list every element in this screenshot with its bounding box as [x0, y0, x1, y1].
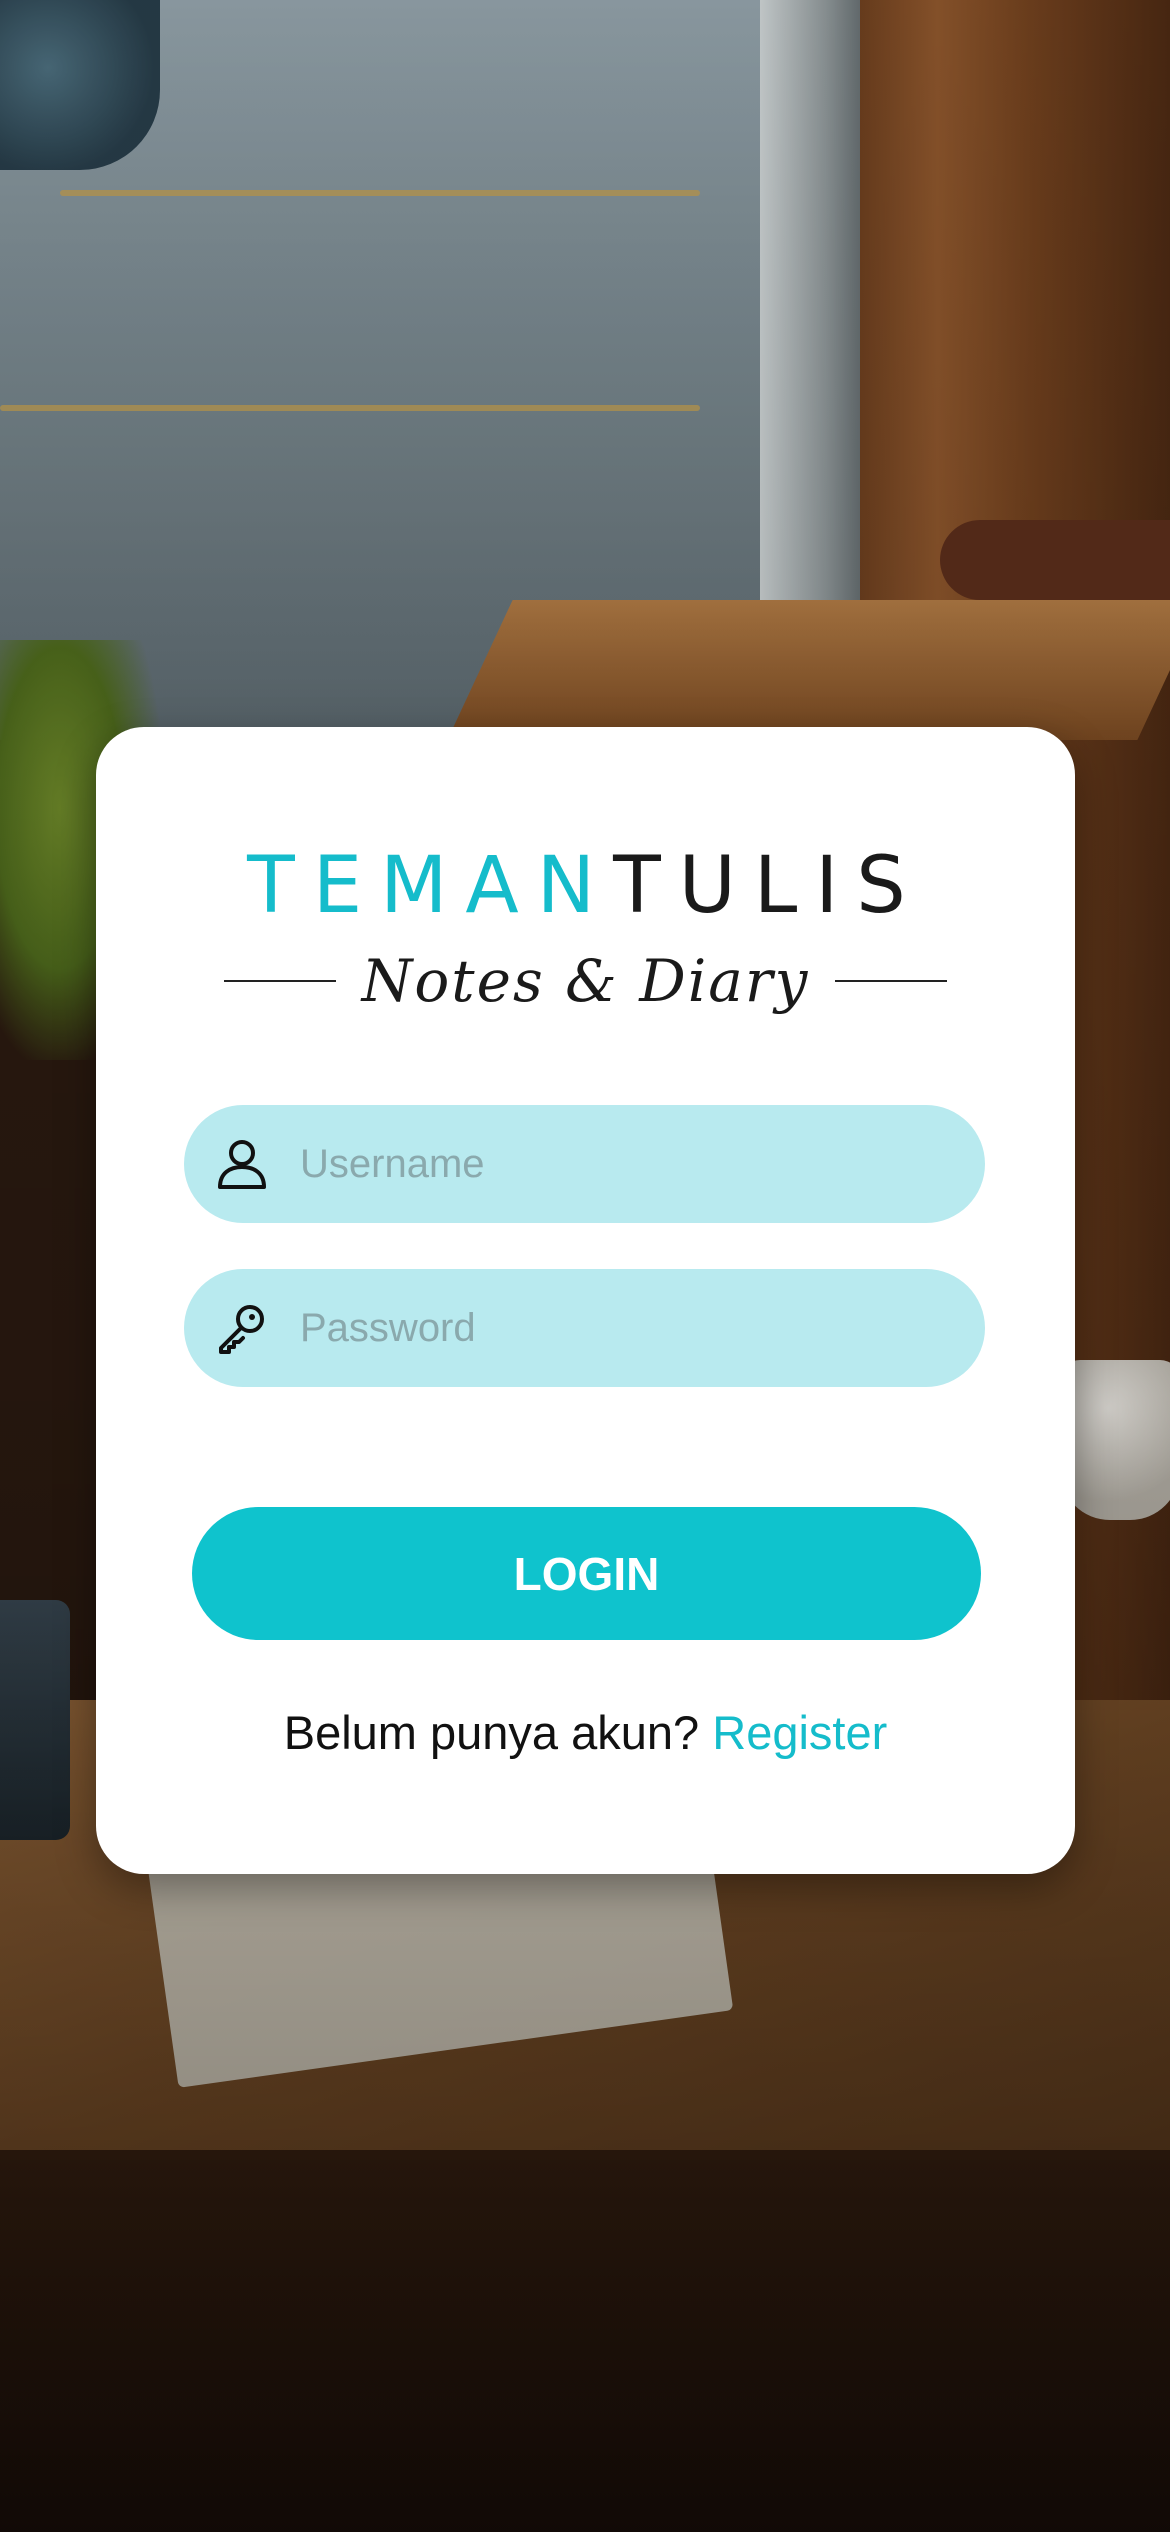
register-prompt-text: Belum punya akun?	[283, 1706, 700, 1759]
username-input[interactable]	[298, 1104, 985, 1224]
logo-title-tulis: TULIS	[613, 841, 924, 931]
register-link[interactable]: Register	[712, 1706, 887, 1759]
user-icon	[216, 1138, 268, 1190]
register-prompt-row: Belum punya akun? Register	[96, 1705, 1075, 1760]
password-field[interactable]	[184, 1268, 985, 1388]
app-logo: TEMANTULIS Notes & Diary	[96, 847, 1075, 1015]
username-field[interactable]	[184, 1104, 985, 1224]
logo-title-teman: TEMAN	[247, 841, 614, 931]
login-button[interactable]: LOGIN	[192, 1507, 981, 1640]
login-card: TEMANTULIS Notes & Diary LOGIN Bel	[96, 727, 1075, 1874]
logo-divider-left	[223, 980, 336, 982]
logo-title: TEMANTULIS	[96, 847, 1075, 925]
logo-subtitle: Notes & Diary	[361, 947, 810, 1015]
logo-divider-right	[835, 980, 948, 982]
logo-subtitle-row: Notes & Diary	[96, 947, 1075, 1015]
password-input[interactable]	[298, 1268, 985, 1388]
key-icon	[216, 1302, 268, 1354]
